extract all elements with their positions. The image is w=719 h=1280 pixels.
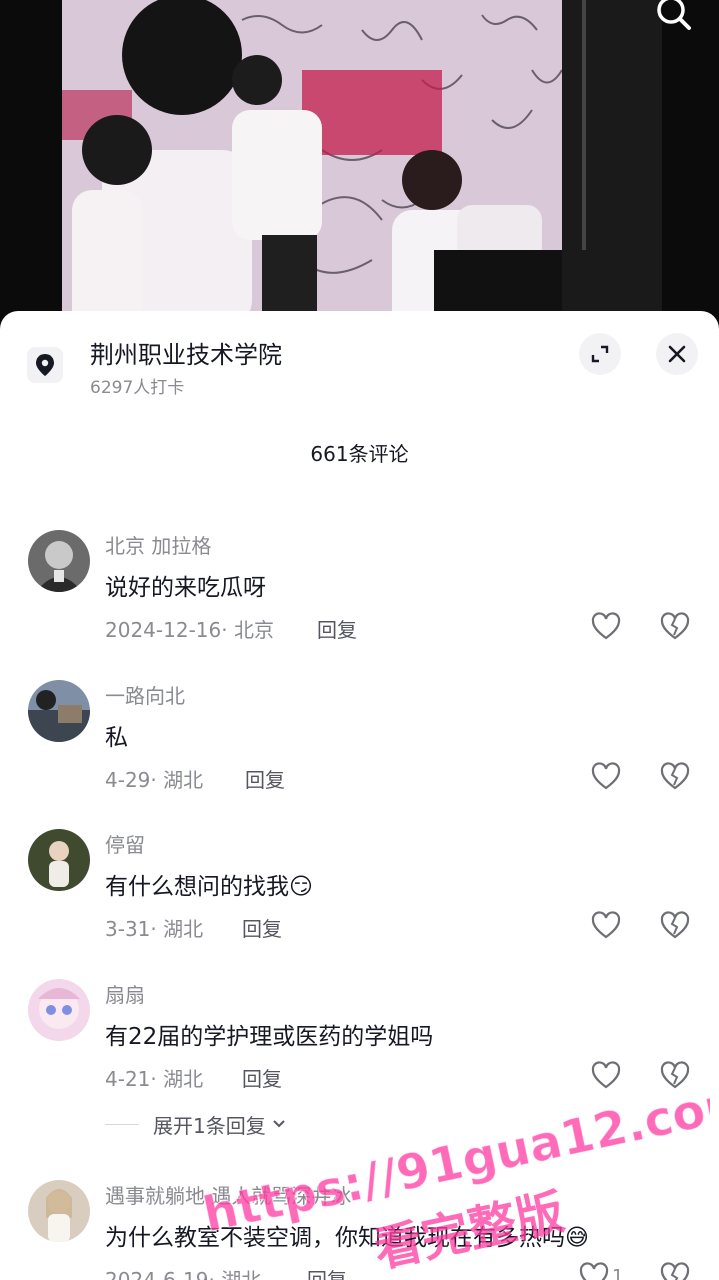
- expand-replies-label: 展开1条回复: [153, 1113, 266, 1138]
- broken-heart-icon[interactable]: [659, 1260, 691, 1280]
- reply-button[interactable]: 回复: [242, 913, 282, 942]
- reply-button[interactable]: 回复: [317, 614, 357, 643]
- comment-item: 遇事就躺地 遇人就骂深井冰 为什么教室不装空调，你知道我现在有多热吗😅 2024…: [0, 1180, 719, 1280]
- comment-item: 北京 加拉格 说好的来吃瓜呀 2024-12-16· 北京 回复: [0, 530, 719, 670]
- comment-text: 私: [105, 725, 128, 751]
- comment-username[interactable]: 停留: [105, 829, 145, 858]
- reply-button[interactable]: 回复: [245, 764, 285, 793]
- expand-replies-button[interactable]: 展开1条回复: [105, 1110, 288, 1138]
- comment-username[interactable]: 遇事就躺地 遇人就骂深井冰: [105, 1180, 351, 1209]
- comment-text: 说好的来吃瓜呀: [105, 575, 266, 601]
- page: 荆州职业技术学院 6297人打卡 661条评论 北京 加拉格 说好的来吃瓜呀 2…: [0, 0, 719, 1280]
- heart-icon[interactable]: [578, 1260, 610, 1280]
- search-icon[interactable]: [653, 0, 697, 34]
- comment-meta: 2024-6-19· 湖北: [105, 1268, 262, 1280]
- comment-item: 扇扇 有22届的学护理或医药的学姐吗 4-21· 湖北 回复: [0, 979, 719, 1119]
- comment-meta: 4-29· 湖北: [105, 768, 204, 792]
- reply-button[interactable]: 回复: [307, 1264, 347, 1280]
- comment-item: 一路向北 私 4-29· 湖北 回复: [0, 680, 719, 820]
- comment-text: 为什么教室不装空调，你知道我现在有多热吗😅: [105, 1218, 589, 1252]
- avatar[interactable]: [28, 1180, 90, 1242]
- broken-heart-icon[interactable]: [659, 760, 691, 792]
- avatar[interactable]: [28, 829, 90, 891]
- smirk-emoji-icon: 😏: [289, 874, 313, 900]
- chevron-down-icon: [273, 1120, 285, 1128]
- broken-heart-icon[interactable]: [659, 1059, 691, 1091]
- like-count: 1: [612, 1266, 624, 1280]
- comment-meta: 2024-12-16· 北京: [105, 618, 274, 642]
- sweat-smile-emoji-icon: 😅: [565, 1225, 589, 1251]
- comment-username[interactable]: 扇扇: [105, 979, 145, 1008]
- comment-text: 有什么想问的找我😏: [105, 867, 313, 901]
- location-name[interactable]: 荆州职业技术学院: [90, 335, 282, 370]
- divider-line: [105, 1123, 139, 1125]
- comment-meta: 4-21· 湖北: [105, 1067, 204, 1091]
- comment-text-content: 为什么教室不装空调，你知道我现在有多热吗: [105, 1225, 565, 1251]
- expand-icon: [591, 345, 609, 363]
- close-button[interactable]: [656, 333, 698, 375]
- comment-meta: 3-31· 湖北: [105, 917, 204, 941]
- comment-text-content: 有什么想问的找我: [105, 874, 289, 900]
- heart-icon[interactable]: [590, 760, 622, 792]
- comment-count-title: 661条评论: [310, 442, 409, 466]
- expand-button[interactable]: [579, 333, 621, 375]
- broken-heart-icon[interactable]: [659, 610, 691, 642]
- location-checkin-count: 6297人打卡: [90, 378, 185, 398]
- heart-icon[interactable]: [590, 909, 622, 941]
- comment-username[interactable]: 北京 加拉格: [105, 530, 211, 559]
- location-pin-icon: [36, 354, 54, 376]
- comment-username[interactable]: 一路向北: [105, 680, 185, 709]
- video-player[interactable]: [0, 0, 719, 330]
- avatar[interactable]: [28, 530, 90, 592]
- video-frame: [62, 0, 662, 330]
- location-icon-box[interactable]: [27, 347, 63, 383]
- avatar[interactable]: [28, 979, 90, 1041]
- comment-item: 停留 有什么想问的找我😏 3-31· 湖北 回复: [0, 829, 719, 969]
- comment-text: 有22届的学护理或医药的学姐吗: [105, 1024, 434, 1050]
- broken-heart-icon[interactable]: [659, 909, 691, 941]
- avatar[interactable]: [28, 680, 90, 742]
- heart-icon[interactable]: [590, 610, 622, 642]
- heart-icon[interactable]: [590, 1059, 622, 1091]
- reply-button[interactable]: 回复: [242, 1063, 282, 1092]
- close-icon: [668, 345, 686, 363]
